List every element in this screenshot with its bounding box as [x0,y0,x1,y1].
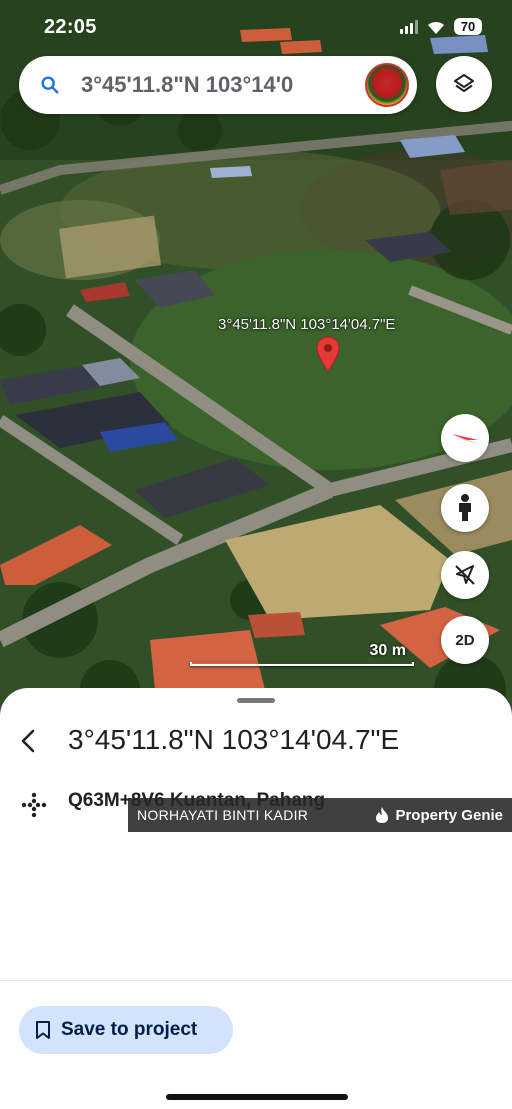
map-scale: 30 m [190,642,414,666]
compass-icon [452,434,478,444]
watermark-brand-label: Property Genie [395,806,503,824]
battery-level: 70 [454,18,482,35]
search-input[interactable]: 3°45'11.8"N 103°14'0 [81,70,377,100]
scale-bar [190,662,414,666]
back-arrow-icon[interactable] [14,726,44,756]
watermark-banner: NORHAYATI BINTI KADIR Property Genie [128,798,512,832]
plus-code-icon [21,792,47,818]
view-mode-toggle[interactable]: 2D [441,616,489,664]
pegman-icon [459,494,471,521]
wifi-icon [428,21,444,34]
status-time: 22:05 [44,16,97,38]
satellite-map[interactable]: 22:05 70 3°45'11.8"N 103°14'0 3°45'11.8"… [0,0,512,720]
save-to-project-button[interactable]: Save to project [19,1006,233,1054]
account-avatar[interactable] [365,63,409,107]
place-bottom-sheet[interactable]: 3°45'11.8"N 103°14'04.7"E Q63M+8V6 Kuant… [0,688,512,1109]
bookmark-icon [36,1021,50,1039]
compass-button[interactable] [441,414,489,462]
pin-coordinates-label: 3°45'11.8"N 103°14'04.7"E [218,316,396,333]
search-bar[interactable]: 3°45'11.8"N 103°14'0 [19,56,417,114]
street-view-button[interactable] [441,484,489,532]
search-icon[interactable] [39,74,61,96]
layers-icon [454,74,474,92]
scale-label: 30 m [369,642,406,659]
status-icons: 70 [400,18,482,35]
location-off-icon [455,565,475,585]
place-title: 3°45'11.8"N 103°14'04.7"E [68,724,400,755]
save-to-project-label: Save to project [61,1019,198,1040]
watermark-brand: Property Genie [374,806,503,824]
drag-handle[interactable] [237,698,275,703]
location-pin-icon[interactable] [316,336,340,372]
divider [0,980,512,981]
flame-logo-icon [376,807,389,823]
status-bar: 22:05 70 [0,0,512,52]
cellular-signal-icon [400,19,418,34]
watermark-name: NORHAYATI BINTI KADIR [137,807,309,823]
layers-button[interactable] [436,56,492,112]
location-button[interactable] [441,551,489,599]
home-indicator[interactable] [166,1094,348,1100]
